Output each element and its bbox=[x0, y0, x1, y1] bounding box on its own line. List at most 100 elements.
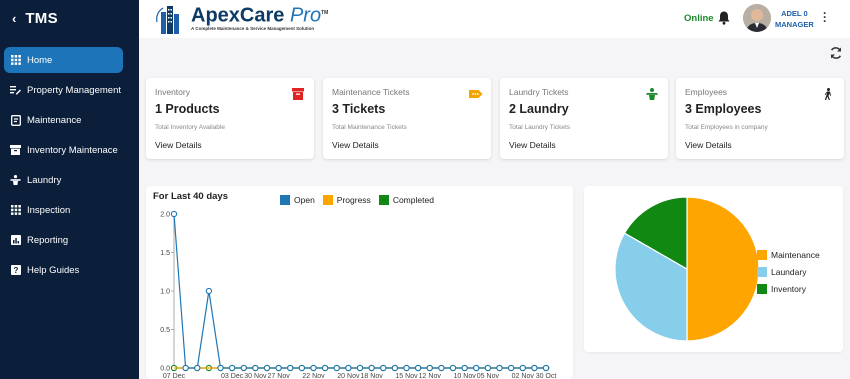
data-point-open[interactable] bbox=[298, 364, 306, 372]
data-point-open[interactable] bbox=[217, 364, 224, 372]
x-tick-label: 10 Nov bbox=[454, 373, 477, 379]
data-point-open[interactable] bbox=[368, 364, 375, 372]
series-line-open bbox=[173, 213, 546, 369]
data-point-open[interactable] bbox=[345, 364, 352, 372]
y-tick-label: 2.0 bbox=[160, 212, 170, 219]
sidebar-item-help-guides[interactable]: ? Help Guides bbox=[4, 257, 123, 283]
x-tick-label: 20 Nov bbox=[337, 373, 360, 379]
refresh-icon[interactable] bbox=[829, 46, 843, 60]
data-point-open[interactable] bbox=[287, 364, 294, 372]
data-point-open[interactable] bbox=[356, 364, 364, 372]
sidebar-item-home[interactable]: Home bbox=[4, 47, 123, 73]
data-point-open[interactable] bbox=[542, 364, 550, 372]
data-point-open[interactable] bbox=[438, 364, 445, 372]
legend-swatch bbox=[757, 249, 767, 260]
sidebar-item-inspection[interactable]: Inspection bbox=[4, 197, 123, 223]
data-point-open[interactable] bbox=[461, 364, 468, 372]
data-point-open[interactable] bbox=[333, 364, 340, 372]
card-value: 1 Products bbox=[155, 102, 220, 116]
pie-legend-item-maintenance[interactable]: Maintenance bbox=[757, 246, 820, 263]
online-status: Online bbox=[684, 13, 714, 24]
data-point-open[interactable] bbox=[310, 364, 317, 372]
data-point-open[interactable] bbox=[240, 364, 247, 372]
pie-chart-panel: Maintenance Laundary Inventory bbox=[584, 186, 843, 352]
laundry-person-icon bbox=[646, 87, 658, 100]
data-point-open[interactable] bbox=[194, 364, 201, 372]
data-point-open[interactable] bbox=[531, 364, 538, 372]
x-tick-label: 05 Nov bbox=[477, 373, 500, 379]
app-name: TMS bbox=[25, 9, 58, 27]
view-details-link[interactable]: View Details bbox=[332, 140, 482, 150]
line-chart-panel: For Last 40 days Open Progress Completed 0… bbox=[146, 186, 573, 379]
data-point-open[interactable] bbox=[426, 364, 433, 372]
x-tick-label: 30 Nov bbox=[244, 373, 267, 379]
data-point-open[interactable] bbox=[473, 364, 480, 372]
data-point-open[interactable] bbox=[391, 364, 399, 372]
legend-label: Inventory bbox=[771, 283, 806, 294]
x-tick-label: 07 Dec bbox=[163, 373, 186, 379]
summary-card-employees: Employees 3 Employees Total Employees in… bbox=[676, 78, 844, 159]
line-chart: 0.0 0.5 1.0 1.5 2.0 07 Dec 03 Dec 30 Nov 27 Nov 2… bbox=[160, 210, 557, 379]
x-tick-label: 30 Oct bbox=[536, 373, 557, 379]
data-point-open[interactable] bbox=[414, 364, 422, 372]
card-title: Maintenance Tickets bbox=[332, 87, 410, 97]
data-point-open[interactable] bbox=[263, 364, 271, 372]
card-subtitle: Total Laundry Tickets bbox=[509, 124, 571, 131]
brand-subtitle: A Complete Maintenance & Service Managem… bbox=[191, 25, 315, 31]
data-point-open[interactable] bbox=[275, 364, 282, 372]
more-options-icon[interactable]: · · · bbox=[823, 7, 827, 27]
summary-card-inventory: Inventory 1 Products Total Inventory Ava… bbox=[146, 78, 314, 159]
data-point-open[interactable] bbox=[496, 364, 503, 372]
person-walking-icon bbox=[822, 87, 834, 100]
bell-icon[interactable] bbox=[717, 10, 731, 26]
data-point-open[interactable] bbox=[403, 364, 410, 372]
view-details-link[interactable]: View Details bbox=[685, 140, 835, 150]
data-point-open[interactable] bbox=[228, 364, 236, 372]
edit-list-icon bbox=[10, 85, 21, 96]
y-tick-label: 1.0 bbox=[160, 289, 170, 296]
x-tick-label: 03 Dec bbox=[221, 373, 244, 379]
sidebar-item-label: Property Management bbox=[27, 84, 121, 96]
card-value: 2 Laundry bbox=[509, 102, 569, 116]
avatar[interactable] bbox=[743, 4, 771, 32]
data-point-open[interactable] bbox=[170, 210, 178, 218]
pie-legend-item-laundary[interactable]: Laundary bbox=[757, 263, 820, 280]
sidebar-item-laundry[interactable]: Laundry bbox=[4, 167, 123, 193]
sidebar-nav: Home Property Management Maintenance Invent… bbox=[0, 47, 139, 283]
view-details-link[interactable]: View Details bbox=[155, 140, 305, 150]
x-tick-label: 22 Nov bbox=[302, 373, 325, 379]
brand-logo[interactable]: ApexCare ProTM A Complete Maintenance & … bbox=[153, 2, 328, 36]
user-info[interactable]: ADEL 0 MANAGER bbox=[775, 8, 814, 30]
view-details-link[interactable]: View Details bbox=[509, 140, 659, 150]
card-title: Inventory bbox=[155, 87, 190, 97]
back-chevron-icon[interactable]: ‹ bbox=[12, 11, 16, 26]
sidebar-item-property-management[interactable]: Property Management bbox=[4, 77, 123, 103]
data-point-open[interactable] bbox=[519, 364, 526, 372]
sidebar-item-label: Reporting bbox=[27, 234, 69, 246]
sidebar-item-label: Home bbox=[27, 54, 53, 66]
data-point-open[interactable] bbox=[484, 364, 492, 372]
data-point-open[interactable] bbox=[449, 364, 457, 372]
summary-card-laundry-tickets: Laundry Tickets 2 Laundry Total Laundry … bbox=[500, 78, 668, 159]
data-point-open[interactable] bbox=[182, 364, 189, 372]
sidebar-item-maintenance[interactable]: Maintenance bbox=[4, 107, 123, 133]
data-point-open[interactable] bbox=[380, 364, 387, 372]
sidebar-item-inventory-maintenace[interactable]: Inventory Maintenace bbox=[4, 137, 123, 163]
card-subtitle: Total Employees in company bbox=[685, 124, 768, 131]
sidebar-item-label: Inventory Maintenace bbox=[27, 144, 118, 156]
x-tick-label: 12 Nov bbox=[419, 373, 442, 379]
help-icon: ? bbox=[10, 265, 21, 276]
data-point-open[interactable] bbox=[507, 364, 515, 372]
data-point-open[interactable] bbox=[252, 364, 259, 372]
user-role: MANAGER bbox=[775, 20, 814, 29]
x-tick-label: 18 Nov bbox=[361, 373, 384, 379]
data-point-open[interactable] bbox=[205, 287, 213, 295]
pie-legend-item-inventory[interactable]: Inventory bbox=[757, 280, 820, 297]
card-value: 3 Employees bbox=[685, 102, 762, 116]
sidebar-item-reporting[interactable]: Reporting bbox=[4, 227, 123, 253]
pie-slice-maintenance[interactable] bbox=[686, 196, 760, 342]
data-point-open[interactable] bbox=[321, 364, 329, 372]
tag-icon bbox=[469, 87, 483, 99]
legend-label: Laundary bbox=[771, 266, 807, 277]
user-name: ADEL 0 bbox=[781, 9, 808, 18]
